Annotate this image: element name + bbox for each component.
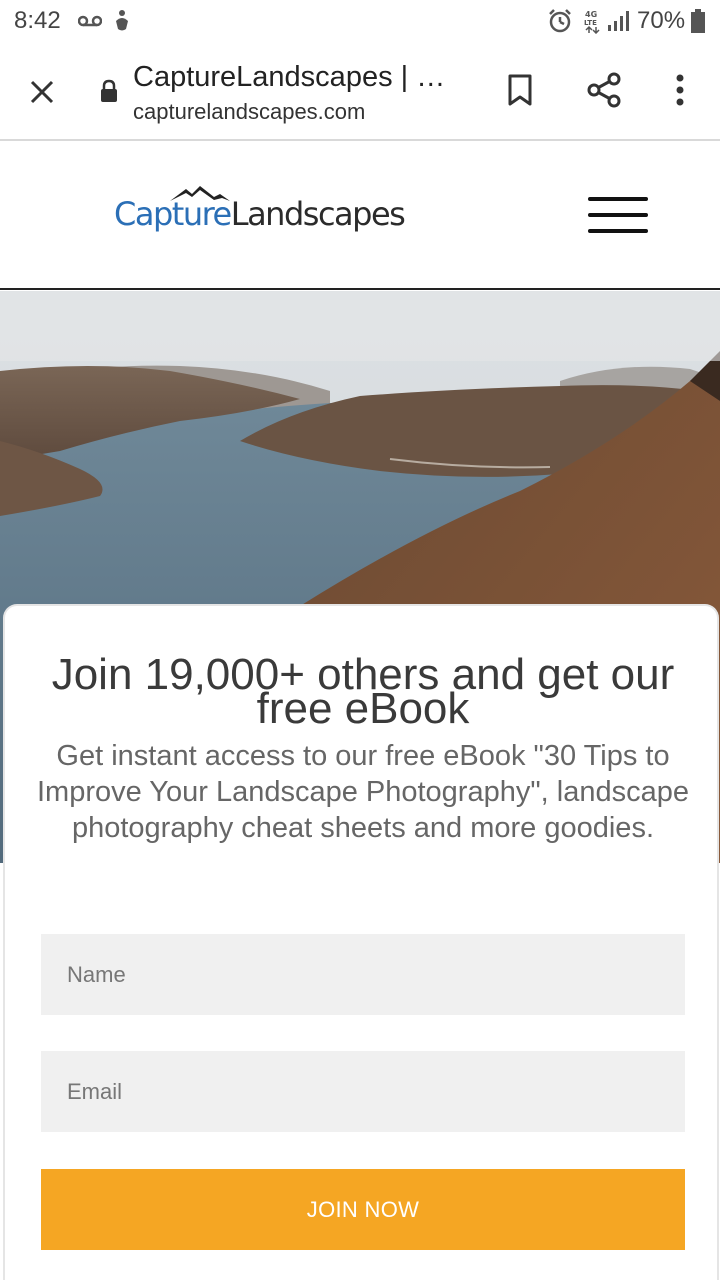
signal-icon — [607, 8, 631, 34]
battery-icon — [690, 8, 706, 34]
voicemail-icon — [78, 8, 102, 34]
email-input[interactable]: Email — [41, 1051, 685, 1132]
alarm-icon — [547, 8, 573, 34]
browser-toolbar: CaptureLandscapes | … capturelandscapes.… — [0, 44, 720, 141]
status-bar: 8:42 4G LTE 70% — [0, 0, 720, 44]
name-input[interactable]: Name — [41, 934, 685, 1015]
site-header: CaptureLandscapes — [0, 141, 720, 290]
popup-title: Join 19,000+ others and get our free eBo… — [51, 650, 675, 733]
svg-text:LTE: LTE — [584, 19, 597, 27]
accessibility-icon — [111, 8, 133, 34]
bookmark-icon[interactable] — [498, 68, 542, 112]
join-now-button[interactable]: JOIN NOW — [41, 1169, 685, 1250]
ebook-signup-popup: Join 19,000+ others and get our free eBo… — [3, 604, 719, 1280]
battery-percent: 70% — [637, 7, 686, 34]
svg-text:4G: 4G — [585, 10, 597, 19]
network-4g-lte-icon: 4G LTE — [583, 8, 603, 34]
hamburger-menu-icon[interactable] — [588, 197, 648, 235]
site-logo[interactable]: CaptureLandscapes — [114, 185, 406, 247]
page-title[interactable]: CaptureLandscapes | … — [133, 61, 445, 94]
share-icon[interactable] — [582, 68, 626, 112]
close-icon[interactable] — [20, 70, 64, 114]
lock-icon — [98, 78, 120, 104]
logo-text-landscapes: Landscapes — [230, 195, 406, 233]
status-time: 8:42 — [14, 7, 61, 34]
logo-text: CaptureLandscapes — [114, 195, 406, 233]
page-url[interactable]: capturelandscapes.com — [133, 99, 365, 125]
more-vert-icon[interactable] — [660, 68, 700, 112]
logo-text-capture: Capture — [114, 195, 232, 233]
popup-subtitle: Get instant access to our free eBook "30… — [37, 740, 689, 844]
